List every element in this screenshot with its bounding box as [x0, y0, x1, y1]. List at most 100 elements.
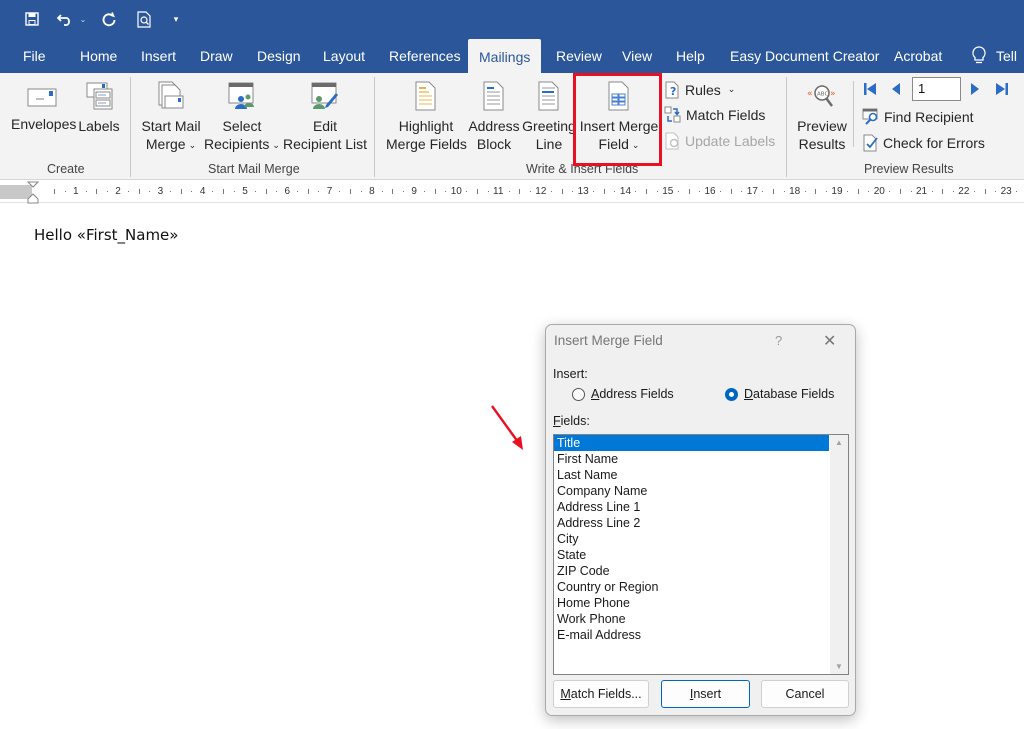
- redo-button[interactable]: [99, 8, 119, 30]
- chevron-down-icon: ⌄: [727, 83, 736, 94]
- database-fields-radio[interactable]: Database Fields: [725, 387, 834, 401]
- update-labels-button[interactable]: Update Labels: [665, 132, 775, 150]
- insert-button[interactable]: Insert: [661, 680, 750, 708]
- record-number-input[interactable]: 1: [912, 77, 961, 101]
- greeting-line-button[interactable]: Greeting Line: [521, 81, 577, 153]
- previous-record-button[interactable]: [891, 82, 901, 101]
- field-list-item[interactable]: Address Line 1: [554, 499, 829, 515]
- select-recipients-icon: [228, 82, 254, 109]
- listbox-scrollbar[interactable]: ▲ ▼: [830, 435, 848, 674]
- envelopes-label: Envelopes: [11, 116, 77, 132]
- previous-record-icon: [892, 83, 900, 95]
- field-list-item[interactable]: Title: [554, 435, 829, 451]
- ruler-tick: [646, 189, 648, 194]
- match-fields-dialog-button[interactable]: Match Fields...: [553, 680, 649, 708]
- tab-layout[interactable]: Layout: [323, 38, 365, 73]
- tab-easy-document-creator[interactable]: Easy Document Creator: [730, 38, 879, 73]
- ruler-tick: [434, 189, 436, 194]
- ruler-tick: [529, 191, 531, 192]
- first-record-button[interactable]: [863, 82, 877, 101]
- ruler-tick: [297, 191, 298, 192]
- field-list-item[interactable]: State: [554, 547, 829, 563]
- ruler-number: 6: [284, 186, 291, 197]
- ruler-tick: [318, 191, 320, 192]
- ruler-tick: [677, 191, 679, 192]
- address-block-label-2: Block: [476, 136, 512, 152]
- document-body-text[interactable]: Hello «First_Name»: [34, 226, 178, 244]
- group-separator: [130, 77, 131, 177]
- next-record-button[interactable]: [970, 82, 980, 101]
- help-button[interactable]: ?: [775, 333, 782, 348]
- field-list-item[interactable]: Last Name: [554, 467, 829, 483]
- close-button[interactable]: ✕: [823, 331, 836, 351]
- field-list-item[interactable]: E-mail Address: [554, 627, 829, 643]
- field-list-item[interactable]: City: [554, 531, 829, 547]
- find-recipient-button[interactable]: Find Recipient: [862, 108, 974, 126]
- tab-view[interactable]: View: [622, 38, 652, 73]
- next-record-icon: [971, 83, 979, 95]
- field-list-item[interactable]: Home Phone: [554, 595, 829, 611]
- field-list-item[interactable]: First Name: [554, 451, 829, 467]
- highlight-merge-fields-button[interactable]: Highlight Merge Fields: [386, 81, 467, 153]
- fields-listbox[interactable]: Title First Name Last Name Company Name Addr…: [553, 434, 849, 675]
- ruler-tick: [423, 191, 425, 192]
- ruler-number: 11: [493, 186, 504, 197]
- tell-me[interactable]: Tell: [972, 38, 1017, 73]
- match-fields-button[interactable]: Match Fields: [664, 106, 765, 124]
- scroll-up-icon[interactable]: ▲: [835, 438, 843, 447]
- preview-results-button[interactable]: « » ABC Preview Results: [796, 83, 848, 153]
- tab-review[interactable]: Review: [556, 38, 602, 73]
- address-block-button[interactable]: Address Block: [468, 81, 520, 153]
- tab-insert[interactable]: Insert: [141, 38, 176, 73]
- ruler-number: 18: [789, 186, 801, 197]
- address-fields-radio[interactable]: Address Fields: [572, 387, 674, 401]
- start-mail-merge-button[interactable]: Start Mail Merge ⌄: [139, 81, 203, 155]
- ruler-tick: [360, 191, 362, 192]
- field-list-item[interactable]: Address Line 2: [554, 515, 829, 531]
- ruler-number: 12: [535, 186, 547, 197]
- check-for-errors-button[interactable]: Check for Errors: [863, 134, 985, 152]
- ruler-number: 1: [73, 186, 79, 197]
- field-list-item[interactable]: Country or Region: [554, 579, 829, 595]
- scroll-down-icon[interactable]: ▼: [835, 662, 843, 671]
- ruler-tick: [593, 191, 595, 192]
- print-preview-button[interactable]: [134, 8, 154, 30]
- customize-qat-button[interactable]: ▾: [169, 8, 183, 30]
- last-record-button[interactable]: [995, 82, 1009, 101]
- field-list-item[interactable]: ZIP Code: [554, 563, 829, 579]
- ruler-tick: [603, 189, 605, 194]
- ruler-tick: [127, 191, 129, 192]
- ruler-tick: [973, 191, 975, 192]
- envelopes-button[interactable]: Envelopes: [11, 85, 77, 133]
- ruler-tick: [762, 191, 764, 192]
- tab-acrobat[interactable]: Acrobat: [894, 38, 942, 73]
- edit-recipient-list-button[interactable]: Edit Recipient List: [283, 81, 367, 153]
- tab-mailings[interactable]: Mailings: [468, 39, 542, 74]
- tab-references[interactable]: References: [389, 38, 461, 73]
- labels-button[interactable]: Labels: [78, 81, 120, 135]
- ruler-tick: [180, 189, 182, 194]
- indent-marker-icon[interactable]: [27, 181, 39, 205]
- tab-help[interactable]: Help: [676, 38, 705, 73]
- undo-button[interactable]: [55, 8, 75, 30]
- address-block-icon: [483, 81, 504, 111]
- highlight-merge-fields-icon: [415, 81, 436, 111]
- undo-icon: [57, 14, 70, 26]
- field-list-item[interactable]: Company Name: [554, 483, 829, 499]
- tab-file[interactable]: File: [23, 38, 46, 73]
- rules-button[interactable]: ? Rules ⌄: [665, 81, 735, 99]
- highlight-label-1: Highlight: [398, 118, 454, 134]
- tab-draw[interactable]: Draw: [200, 38, 233, 73]
- tab-design[interactable]: Design: [257, 38, 301, 73]
- svg-text:ABC: ABC: [817, 92, 828, 98]
- save-button[interactable]: [22, 8, 42, 30]
- ruler-tick: [783, 191, 785, 192]
- greeting-line-label-2: Line: [535, 136, 563, 152]
- cancel-button[interactable]: Cancel: [761, 680, 849, 708]
- field-list-item[interactable]: Work Phone: [554, 611, 829, 627]
- undo-dropdown[interactable]: ⌄: [77, 8, 89, 30]
- select-recipients-button[interactable]: Select Recipients ⌄: [204, 81, 280, 155]
- tab-home[interactable]: Home: [80, 38, 117, 73]
- ruler-number: 9: [411, 186, 417, 197]
- ribbon-tabs: File Home Insert Draw Design Layout Refe…: [0, 38, 1024, 74]
